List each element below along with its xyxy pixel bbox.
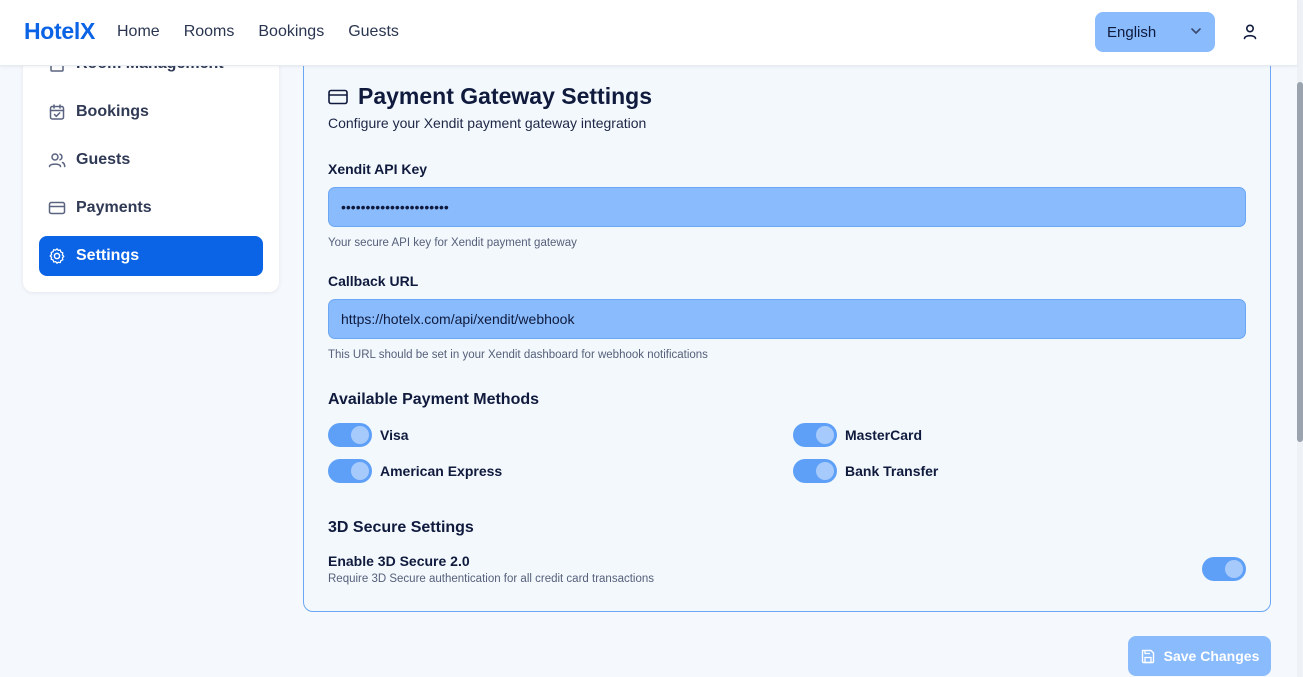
- sidebar-item-label: Guests: [76, 151, 131, 168]
- page-scrollbar-thumb[interactable]: [1297, 82, 1303, 442]
- method-visa: Visa: [328, 423, 409, 447]
- sidebar-item-label: Settings: [76, 247, 140, 264]
- method-mastercard: MasterCard: [793, 423, 922, 447]
- callback-url-help: This URL should be set in your Xendit da…: [328, 349, 708, 361]
- card-heading: Payment Gateway Settings: [328, 83, 652, 110]
- language-select[interactable]: English: [1095, 12, 1215, 52]
- chevron-down-icon: [1191, 28, 1201, 34]
- method-label: Bank Transfer: [845, 463, 939, 479]
- sidebar: Room Management Bookings Guests Payments…: [23, 40, 279, 292]
- user-icon[interactable]: [1240, 22, 1260, 42]
- sidebar-item-settings[interactable]: Settings: [39, 236, 263, 276]
- api-key-help: Your secure API key for Xendit payment g…: [328, 237, 577, 249]
- top-navbar: HotelX Home Rooms Bookings Guests Englis…: [0, 0, 1297, 66]
- method-label: MasterCard: [845, 427, 923, 443]
- nav-guests[interactable]: Guests: [348, 23, 399, 41]
- page-subtitle: Configure your Xendit payment gateway in…: [328, 115, 647, 131]
- bank-transfer-toggle[interactable]: [793, 459, 837, 483]
- callback-url-label: Callback URL: [328, 273, 419, 289]
- secure-3d-help: Require 3D Secure authentication for all…: [328, 573, 655, 585]
- nav-rooms[interactable]: Rooms: [184, 23, 235, 41]
- payment-gateway-card: Payment Gateway Settings Configure your …: [303, 40, 1271, 612]
- mastercard-toggle[interactable]: [793, 423, 837, 447]
- api-key-label: Xendit API Key: [328, 161, 428, 177]
- api-key-input[interactable]: [328, 187, 1246, 227]
- page-title: Payment Gateway Settings: [358, 83, 652, 109]
- save-icon: [1141, 649, 1154, 664]
- sidebar-item-label: Payments: [76, 199, 152, 216]
- callback-url-input[interactable]: [328, 299, 1246, 339]
- credit-card-icon: [328, 89, 348, 104]
- sidebar-item-guests[interactable]: Guests: [39, 140, 263, 180]
- users-icon: [48, 153, 66, 168]
- secure-3d-label: Enable 3D Secure 2.0: [328, 553, 470, 569]
- sidebar-item-label: Bookings: [76, 103, 149, 120]
- gear-icon: [49, 248, 65, 264]
- sidebar-item-payments[interactable]: Payments: [39, 188, 263, 228]
- method-american-express: American Express: [328, 459, 502, 483]
- visa-toggle[interactable]: [328, 423, 372, 447]
- calendar-check-icon: [49, 104, 65, 120]
- payment-methods-heading: Available Payment Methods: [328, 391, 540, 408]
- secure-3d-toggle[interactable]: [1202, 557, 1246, 581]
- nav-bookings[interactable]: Bookings: [258, 23, 324, 41]
- method-bank-transfer: Bank Transfer: [793, 459, 938, 483]
- brand-logo[interactable]: HotelX: [24, 18, 95, 45]
- method-label: American Express: [380, 463, 503, 479]
- method-label: Visa: [380, 427, 409, 443]
- nav-home[interactable]: Home: [117, 23, 160, 41]
- sidebar-item-bookings[interactable]: Bookings: [39, 92, 263, 132]
- secure-settings-heading: 3D Secure Settings: [328, 519, 474, 536]
- save-changes-button[interactable]: Save Changes: [1128, 636, 1271, 676]
- language-value: English: [1107, 23, 1157, 41]
- main-nav: Home Rooms Bookings Guests: [117, 23, 399, 41]
- save-label: Save Changes: [1163, 648, 1260, 664]
- credit-card-icon: [48, 201, 66, 215]
- american-express-toggle[interactable]: [328, 459, 372, 483]
